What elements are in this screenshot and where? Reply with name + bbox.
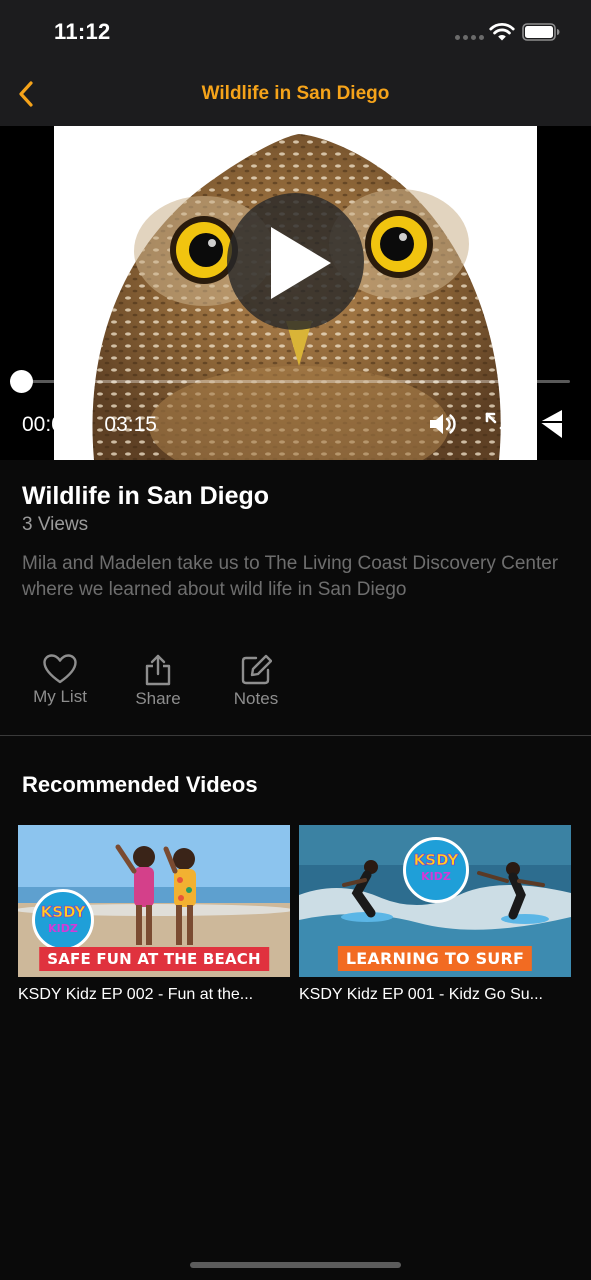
video-thumbnail: KSDY KIDZ SAFE FUN AT THE BEACH [18, 825, 290, 977]
video-thumbnail: KSDY KIDZ LEARNING TO SURF [299, 825, 571, 977]
share-label: Share [135, 689, 181, 708]
nav-bar: Wildlife in San Diego [0, 60, 591, 126]
signal-icon [455, 35, 484, 40]
thumbnail-banner: LEARNING TO SURF [337, 946, 533, 971]
status-time: 11:12 [54, 19, 111, 44]
video-player[interactable]: 00:00 / 03:15 [0, 126, 591, 460]
battery-icon [522, 23, 560, 41]
recommended-video-card[interactable]: KSDY KIDZ SAFE FUN AT THE BEACH KSDY Kid… [18, 825, 290, 1004]
home-indicator [190, 1262, 401, 1268]
current-time: 00:00 [22, 413, 75, 436]
recommended-video-title: KSDY Kidz EP 002 - Fun at the... [18, 986, 254, 1003]
status-bar: 11:12 [0, 0, 591, 60]
recommended-video-title: KSDY Kidz EP 001 - Kidz Go Su... [299, 986, 543, 1003]
edit-icon [241, 654, 272, 685]
section-heading: Recommended Videos [22, 772, 258, 797]
heart-icon [43, 654, 77, 684]
recommended-video-card[interactable]: KSDY KIDZ LEARNING TO SURF KSDY Kidz EP … [299, 825, 571, 1004]
volume-icon[interactable] [428, 411, 456, 437]
share-icon [145, 654, 171, 686]
notes-button[interactable]: Notes [211, 654, 301, 709]
duration: 03:15 [104, 413, 157, 436]
time-readout: 00:00 / 03:15 [22, 413, 157, 437]
action-bar: My List Share Notes [0, 654, 591, 712]
play-button[interactable] [227, 193, 364, 330]
my-list-label: My List [33, 687, 87, 706]
notes-label: Notes [233, 689, 279, 708]
ksdy-kidz-logo: KSDY KIDZ [403, 837, 469, 903]
progress-handle[interactable] [10, 370, 33, 393]
progress-bar[interactable] [21, 380, 570, 383]
video-title: Wildlife in San Diego [22, 482, 270, 510]
thumbnail-banner: SAFE FUN AT THE BEACH [39, 947, 269, 971]
ksdy-kidz-logo: KSDY KIDZ [32, 889, 94, 951]
wifi-icon [489, 22, 515, 41]
fullscreen-icon[interactable] [484, 411, 512, 439]
view-count: 3 Views [22, 514, 89, 535]
divider [0, 735, 591, 736]
play-icon [271, 227, 331, 299]
my-list-button[interactable]: My List [15, 654, 105, 707]
share-button[interactable]: Share [113, 654, 203, 709]
video-description: Mila and Madelen take us to The Living C… [22, 553, 559, 600]
cast-icon[interactable] [538, 408, 564, 440]
page-title: Wildlife in San Diego [201, 83, 390, 104]
time-separator: / [86, 413, 93, 436]
